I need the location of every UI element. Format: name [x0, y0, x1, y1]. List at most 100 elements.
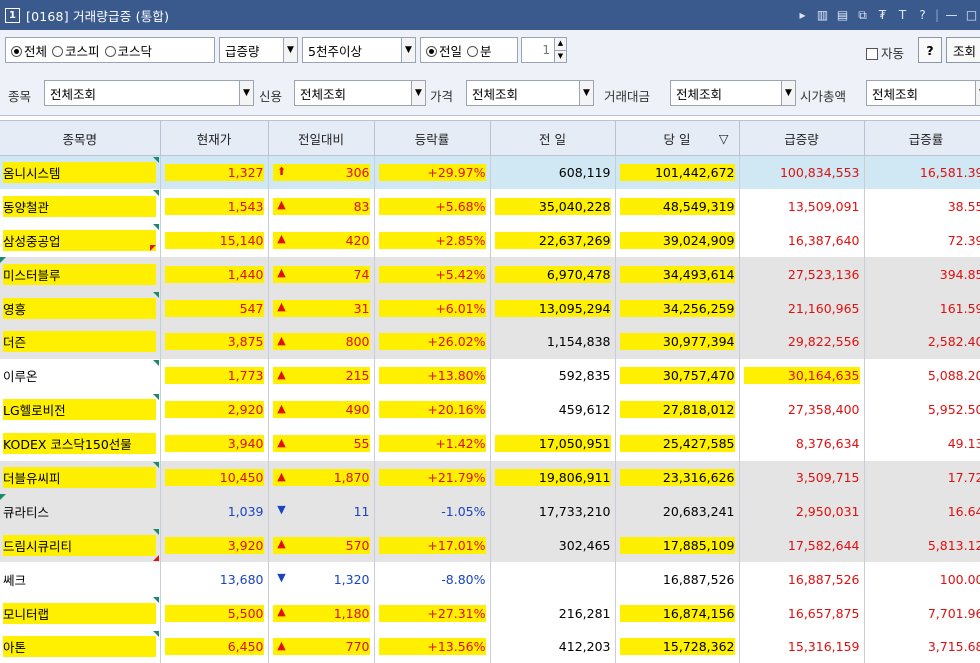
market-radio-all[interactable]: 전체	[11, 41, 47, 60]
cell-today-volume: 25,427,585	[615, 426, 740, 461]
stepper-down-icon[interactable]: ▼	[555, 49, 566, 62]
prev-volume: 17,050,951	[494, 435, 611, 453]
stock-filter-select[interactable]: 전체조회 ▼	[44, 80, 254, 106]
amount-filter-select[interactable]: 전체조회 ▼	[670, 80, 796, 106]
cell-stock-name[interactable]: 삼성중공업	[0, 223, 161, 258]
cell-stock-name[interactable]: 옴니시스템	[0, 155, 161, 190]
cell-stock-name[interactable]: 모니터랩	[0, 596, 161, 630]
font-size-icon[interactable]: T	[894, 8, 911, 22]
credit-filter-select[interactable]: 전체조회 ▼	[294, 80, 426, 106]
today-volume: 15,728,362	[619, 638, 735, 656]
query-button[interactable]: 조회	[946, 37, 980, 63]
price-filter-label: 가격	[430, 89, 454, 104]
table-row[interactable]: 모니터랩 5,500 ▲ 1,180 +27.31% 216,281 16,874,156 1…	[0, 596, 980, 630]
cell-stock-name[interactable]: 쎄크	[0, 562, 161, 597]
prev-volume: 35,040,228	[494, 197, 611, 215]
cell-surge-rate: 38.55	[864, 189, 980, 224]
market-radio-kospi[interactable]: 코스피	[52, 41, 100, 60]
surge-rate: 38.55	[947, 198, 980, 214]
maximize-icon[interactable]: □	[963, 8, 980, 22]
stock-name: 영흥	[3, 297, 156, 319]
mcap-filter-label: 시가총액	[800, 89, 847, 104]
market-radio-kosdaq[interactable]: 코스닥	[104, 41, 152, 60]
table-row[interactable]: 쎄크 13,680 ▼ 1,320 -8.80% 16,887,526 16,887,526…	[0, 562, 980, 597]
cell-stock-name[interactable]: 큐라티스	[0, 494, 161, 529]
surge-volume: 21,160,965	[787, 300, 860, 316]
cell-stock-name[interactable]: 동양철관	[0, 189, 161, 224]
cell-surge: 29,822,556	[739, 324, 865, 359]
column-header-surge-rate[interactable]: 급증률	[864, 120, 980, 156]
period-radio-minute[interactable]: 분	[467, 41, 492, 60]
up-triangle-icon: ▲	[277, 198, 286, 212]
mcap-filter-select[interactable]: 전체조회 ▼	[866, 80, 980, 106]
table-row[interactable]: 영흥 547 ▲ 31 +6.01% 13,095,294 34,256,259 21,160…	[0, 291, 980, 325]
cell-price: 1,440	[160, 257, 269, 292]
column-header-today-label: 당 일	[663, 131, 691, 147]
prev-volume: 13,095,294	[494, 299, 611, 317]
cell-stock-name[interactable]: 이루온	[0, 358, 161, 393]
prev-volume: 216,281	[558, 605, 611, 621]
table-row[interactable]: 아톤 6,450 ▲ 770 +13.56% 412,203 15,728,362 15,31…	[0, 629, 980, 663]
cell-stock-name[interactable]: 아톤	[0, 629, 161, 663]
minimize-icon[interactable]: —	[943, 8, 960, 22]
layout-icon[interactable]: ▤	[834, 8, 851, 22]
up-triangle-icon: ▲	[277, 401, 286, 415]
auto-checkbox[interactable]: 자동	[866, 43, 904, 62]
cell-change: ▲ 1,180	[268, 596, 375, 630]
cell-rate: -1.05%	[374, 494, 491, 529]
up-triangle-icon: ▲	[277, 537, 286, 551]
column-header-rate[interactable]: 등락률	[374, 120, 491, 156]
flag-marker-icon	[150, 245, 156, 252]
table-row[interactable]: 큐라티스 1,039 ▼ 11 -1.05% 17,733,210 20,683,241 2,…	[0, 494, 980, 529]
cell-stock-name[interactable]: 더즌	[0, 324, 161, 359]
table-row[interactable]: 드림시큐리티 3,920 ▲ 570 +17.01% 302,465 17,885,109 1…	[0, 528, 980, 563]
table-row[interactable]: 삼성중공업 15,140 ▲ 420 +2.85% 22,637,269 39,024,90…	[0, 223, 980, 258]
column-header-name[interactable]: 종목명	[0, 120, 161, 156]
down-triangle-icon: ▼	[277, 503, 286, 517]
table-row[interactable]: 옴니시스템 1,327 ⬆ 306 +29.97% 608,119 101,442,672 1…	[0, 155, 980, 190]
table-row[interactable]: KODEX 코스닥150선물 3,940 ▲ 55 +1.42% 17,050,951 25…	[0, 426, 980, 461]
surge-rate: 3,715.68	[927, 639, 980, 655]
stepper-arrows[interactable]: ▲ ▼	[554, 38, 566, 62]
cell-price: 5,500	[160, 596, 269, 630]
table-row[interactable]: 이루온 1,773 ▲ 215 +13.80% 592,835 30,757,470 30,1…	[0, 358, 980, 393]
volume-threshold-select[interactable]: 5천주이상 ▼	[302, 37, 416, 63]
table-row[interactable]: LG헬로비전 2,920 ▲ 490 +20.16% 459,612 27,818,012 2…	[0, 392, 980, 427]
help-icon[interactable]: ?	[914, 8, 931, 22]
column-header-price[interactable]: 현재가	[160, 120, 269, 156]
cell-price: 1,773	[160, 358, 269, 393]
cell-stock-name[interactable]: 더블유씨피	[0, 460, 161, 495]
period-radio-prev-day[interactable]: 전일	[426, 41, 462, 60]
minute-stepper[interactable]: 1 ▲ ▼	[521, 37, 567, 63]
flag-marker-icon	[152, 157, 159, 163]
table-row[interactable]: 더즌 3,875 ▲ 800 +26.02% 1,154,838 30,977,394 29,…	[0, 324, 980, 359]
stock-name: 더블유씨피	[3, 466, 156, 488]
price-filter-select[interactable]: 전체조회 ▼	[466, 80, 594, 106]
table-row[interactable]: 더블유씨피 10,450 ▲ 1,870 +21.79% 19,806,911 23,316…	[0, 460, 980, 495]
radio-on-icon	[11, 45, 22, 57]
arrow-right-icon[interactable]: ▸	[794, 8, 811, 22]
cell-stock-name[interactable]: LG헬로비전	[0, 392, 161, 427]
surge-rate: 394.85	[939, 266, 980, 282]
current-price: 3,875	[164, 333, 264, 351]
column-header-prev-volume[interactable]: 전 일	[490, 120, 616, 156]
sort-select[interactable]: 급증량 ▼	[219, 37, 298, 63]
help-button[interactable]: ?	[918, 37, 942, 63]
grid-icon[interactable]: ▥	[814, 8, 831, 22]
column-header-today-volume[interactable]: 당 일 ▽	[615, 120, 740, 156]
column-header-surge[interactable]: 급증량	[739, 120, 865, 156]
cell-rate: -8.80%	[374, 562, 491, 597]
cell-surge: 15,316,159	[739, 629, 865, 663]
cell-stock-name[interactable]: 영흥	[0, 291, 161, 325]
cell-stock-name[interactable]: 미스터블루	[0, 257, 161, 292]
cell-stock-name[interactable]: KODEX 코스닥150선물	[0, 426, 161, 461]
current-price: 6,450	[164, 638, 264, 656]
copy-window-icon[interactable]: ⧉	[854, 8, 871, 23]
pin-icon[interactable]: ₮	[874, 8, 891, 22]
stepper-up-icon[interactable]: ▲	[555, 38, 566, 50]
cell-stock-name[interactable]: 드림시큐리티	[0, 528, 161, 563]
cell-surge-rate: 2,582.40	[864, 324, 980, 359]
table-row[interactable]: 미스터블루 1,440 ▲ 74 +5.42% 6,970,478 34,493,614 27…	[0, 257, 980, 292]
table-row[interactable]: 동양철관 1,543 ▲ 83 +5.68% 35,040,228 48,549,319 13…	[0, 189, 980, 224]
column-header-change[interactable]: 전일대비	[268, 120, 375, 156]
